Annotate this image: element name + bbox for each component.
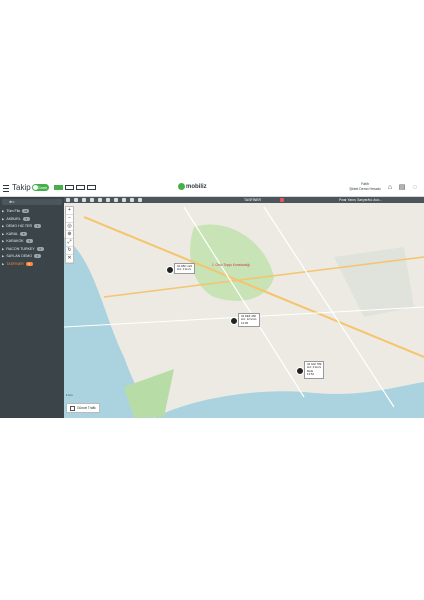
- zoom-in-button[interactable]: +: [66, 207, 73, 215]
- sidebar-group-item[interactable]: ▶ KARAKOK 3: [2, 239, 33, 243]
- top-header: Takip Canlı mobiliz Fatih Şirket Demo He…: [0, 180, 424, 197]
- sidebar-group-item[interactable]: ▶ DEMO HİZ.TER 2: [2, 224, 42, 228]
- group-label: AKBURL: [6, 216, 21, 221]
- flag-icon[interactable]: [90, 198, 94, 202]
- logo-mark-icon: [178, 183, 185, 190]
- truck-icon[interactable]: [106, 198, 110, 202]
- logo-text: mobiliz: [186, 184, 207, 191]
- map-scale: 1 km: [66, 393, 73, 397]
- menu-icon[interactable]: [66, 198, 70, 202]
- sidebar-group-item[interactable]: ▶ TASFINER 6: [2, 261, 33, 266]
- chevron-right-icon: ▶: [2, 246, 5, 251]
- zoom-control: + − ◎ ⊕ ⤢ ↻ ✕: [65, 206, 74, 264]
- sidebar-group-item[interactable]: ▶ Tüm Filo 34: [2, 209, 30, 213]
- traffic-toggle[interactable]: Güncel Trafik: [66, 403, 100, 413]
- chevron-right-icon: ▶: [2, 224, 5, 228]
- group-label: DEMO HİZ.TER: [6, 224, 33, 228]
- sidebar-group-item[interactable]: ▶ RACON TURKEY 6: [2, 246, 44, 251]
- vehicle-marker[interactable]: 34 DEF 456 Hız: 12 km/s 14:05: [238, 313, 260, 328]
- selected-group-label: TASFİNER: [244, 198, 262, 202]
- group-count-badge: 3: [25, 239, 33, 243]
- search-input[interactable]: ⌕ Ara ▼: [2, 199, 62, 205]
- sidebar-group-item[interactable]: ▶ AKBURL 3: [2, 216, 30, 221]
- vehicle-marker[interactable]: 34 ABC 123 Hız: 0 km/s: [174, 263, 195, 274]
- home-icon[interactable]: ⌂: [386, 184, 394, 192]
- group-label: SAYLAN DEMO: [6, 254, 33, 258]
- pin-icon[interactable]: [98, 198, 102, 202]
- layers-icon[interactable]: [74, 198, 78, 202]
- view-table-button[interactable]: [76, 185, 85, 190]
- group-label: RACON TURKEY: [6, 246, 35, 251]
- fullscreen-button[interactable]: ⤢: [66, 239, 73, 247]
- chat-icon[interactable]: ◌: [411, 184, 419, 192]
- map-canvas: [64, 206, 424, 418]
- map-toolbar: TASFİNER Pınar Yanın, Sarıyer/ist. Av.b.…: [64, 197, 424, 203]
- map-view[interactable]: TASFİNER Pınar Yanın, Sarıyer/ist. Av.b.…: [64, 197, 424, 418]
- airport-area: [334, 247, 414, 317]
- view-list-button[interactable]: [54, 185, 63, 190]
- user-info[interactable]: Fatih Şirket Demo Hesabı: [346, 182, 384, 192]
- vehicle-pin-icon[interactable]: [296, 367, 304, 375]
- sidebar-group-item[interactable]: ▶ KARAL 8: [2, 231, 28, 236]
- clear-button[interactable]: ✕: [66, 255, 73, 263]
- marker-time: 13:52: [307, 372, 314, 377]
- group-label: TASFINER: [6, 261, 24, 266]
- address-bar[interactable]: Pınar Yanın, Sarıyer/ist. Av.b...: [339, 197, 382, 203]
- marker-speed: Hız: 0 km/s: [177, 267, 191, 272]
- filter-icon[interactable]: ▼: [9, 199, 12, 205]
- print-icon[interactable]: [130, 198, 134, 202]
- brand-logo: mobiliz: [178, 183, 207, 190]
- live-toggle[interactable]: Canlı: [32, 184, 49, 191]
- hamburger-icon[interactable]: [3, 185, 9, 192]
- view-map-button[interactable]: [87, 185, 96, 190]
- chevron-right-icon: ▶: [2, 239, 5, 243]
- group-label: KARAL: [6, 231, 19, 236]
- view-grid-button[interactable]: [65, 185, 74, 190]
- traffic-checkbox[interactable]: [70, 405, 75, 411]
- chevron-right-icon: ▶: [2, 231, 5, 236]
- chevron-right-icon: ▶: [2, 254, 5, 258]
- group-count-badge: 2: [34, 224, 42, 228]
- group-label: KARAKOK: [6, 239, 24, 243]
- group-count-badge: 6: [25, 261, 33, 266]
- settings-icon[interactable]: [138, 198, 142, 202]
- sea-area-south: [154, 382, 424, 418]
- place-label: 1. Ordu Topçu Komutanlığı: [212, 263, 250, 267]
- vehicle-pin-icon[interactable]: [230, 317, 238, 325]
- sidebar: ⌕ Ara ▼ ▶ Tüm Filo 34 ▶ AKBURL 3 ▶ DEMO HİZ.TER…: [0, 197, 64, 418]
- rotate-button[interactable]: ↻: [66, 247, 73, 255]
- group-label: Tüm Filo: [6, 209, 21, 213]
- calendar-icon[interactable]: ▤: [398, 184, 406, 192]
- app-window: Takip Canlı mobiliz Fatih Şirket Demo He…: [0, 180, 424, 418]
- measure-button[interactable]: ⊕: [66, 231, 73, 239]
- chevron-right-icon: ▶: [2, 216, 5, 221]
- group-count-badge: 2: [34, 254, 42, 258]
- sidebar-group-item[interactable]: ▶ SAYLAN DEMO 2: [2, 254, 42, 258]
- vehicle-marker[interactable]: 34 GHI 789 Hız: 0 km/s Mola 13:52: [304, 361, 325, 379]
- close-icon[interactable]: [280, 198, 284, 202]
- refresh-icon[interactable]: [114, 198, 118, 202]
- page-title: Takip: [12, 183, 31, 192]
- locate-button[interactable]: ◎: [66, 223, 73, 231]
- group-count-badge: 8: [20, 231, 28, 236]
- ruler-icon[interactable]: [122, 198, 126, 202]
- group-count-badge: 3: [22, 216, 30, 221]
- vehicle-pin-icon[interactable]: [166, 266, 174, 274]
- group-count-badge: 34: [22, 209, 30, 213]
- group-count-badge: 6: [36, 246, 44, 251]
- chevron-right-icon: ▶: [2, 209, 5, 213]
- traffic-label: Güncel Trafik: [77, 406, 96, 410]
- route-icon[interactable]: [82, 198, 86, 202]
- user-company: Şirket Demo Hesabı: [349, 187, 381, 191]
- zoom-out-button[interactable]: −: [66, 215, 73, 223]
- chevron-right-icon: ▶: [2, 261, 5, 266]
- marker-time: 14:05: [241, 320, 248, 325]
